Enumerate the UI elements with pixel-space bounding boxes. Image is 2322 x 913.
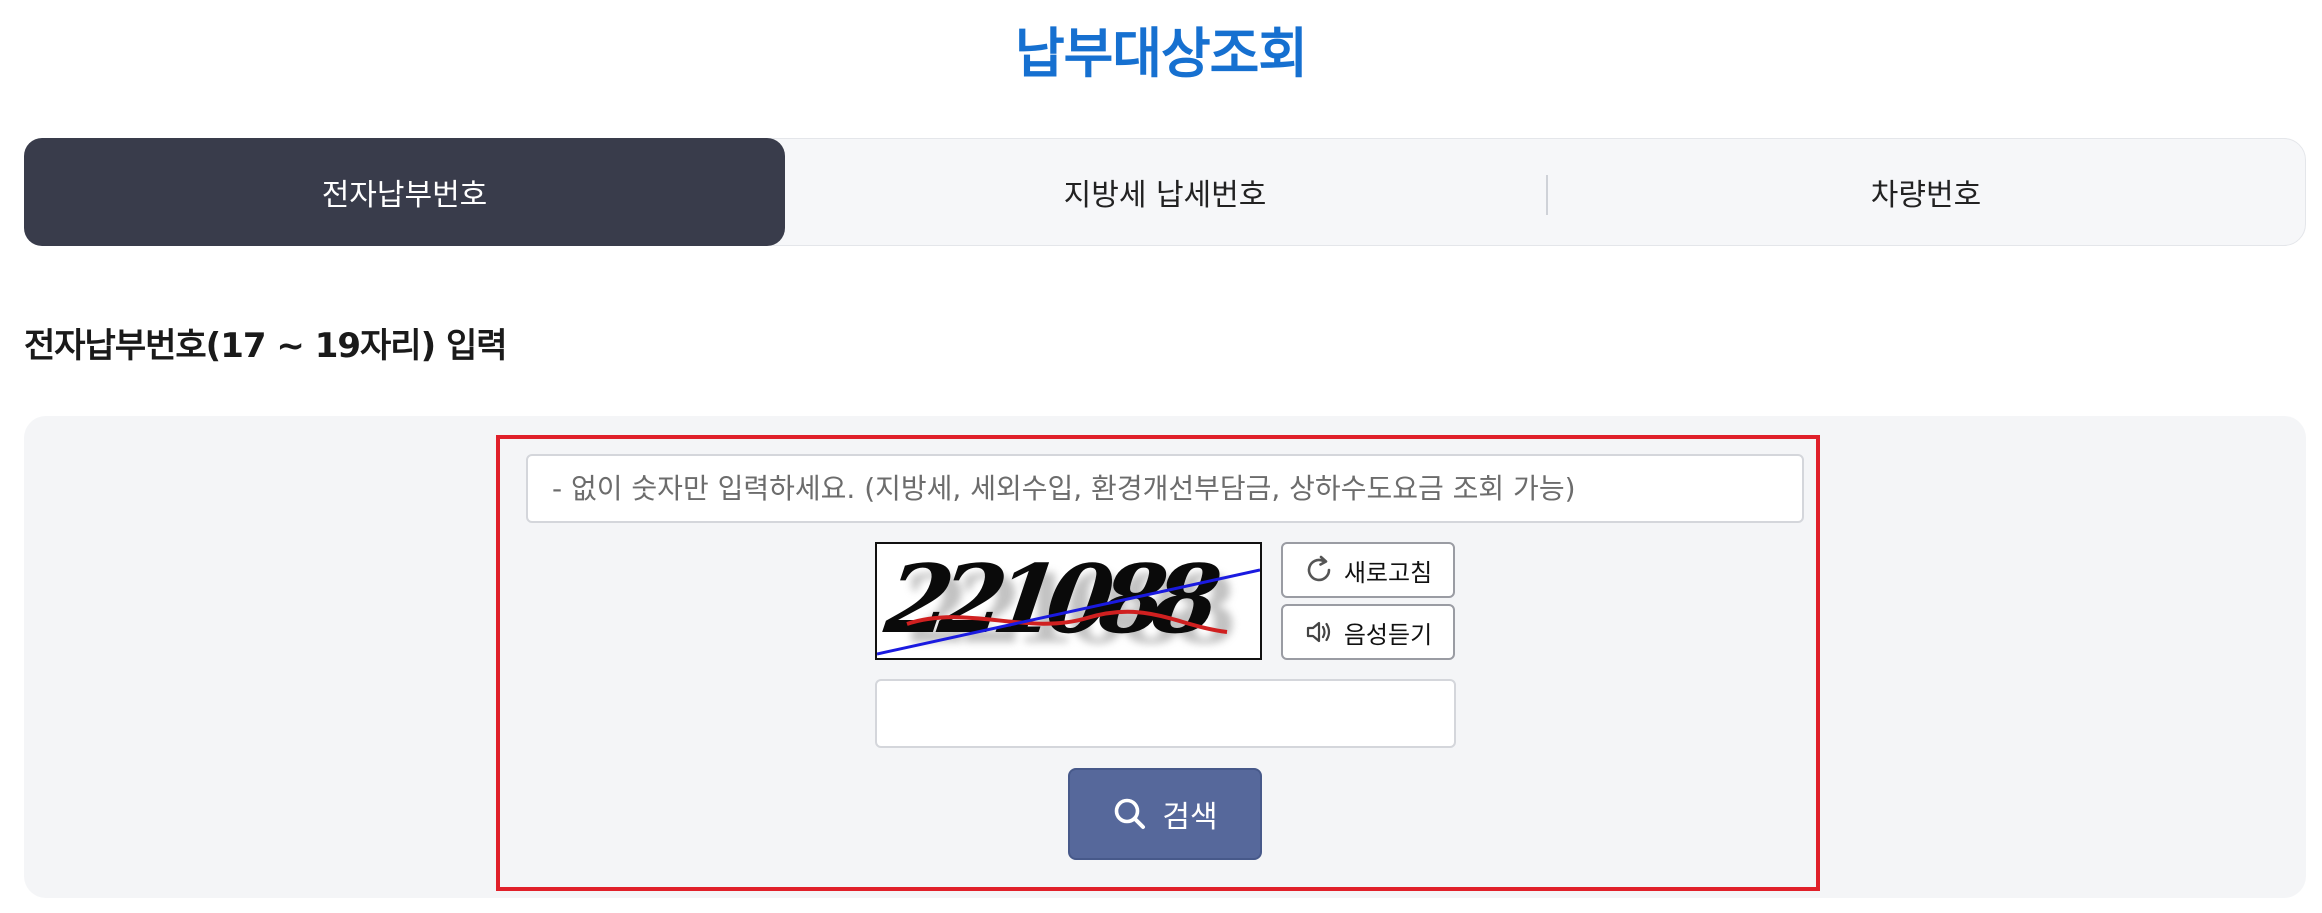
refresh-captcha-button[interactable]: 새로고침 (1281, 542, 1455, 598)
search-icon (1112, 796, 1148, 832)
section-heading: 전자납부번호(17 ~ 19자리) 입력 (24, 326, 508, 366)
speaker-icon (1304, 617, 1334, 647)
captcha-text: 221088 (878, 544, 1225, 654)
captcha-image: 221088 221088 (875, 542, 1262, 660)
search-label: 검색 (1162, 800, 1218, 835)
audio-captcha-label: 음성듣기 (1343, 620, 1433, 649)
refresh-captcha-label: 새로고침 (1343, 558, 1433, 587)
tab-vehicle-number[interactable]: 차량번호 (1545, 138, 2307, 246)
tab-electronic-payment-number[interactable]: 전자납부번호 (24, 138, 785, 246)
page-title: 납부대상조회 (1014, 22, 1308, 85)
search-button[interactable]: 검색 (1068, 768, 1262, 860)
tab-local-tax-number[interactable]: 지방세 납세번호 (785, 138, 1545, 246)
tab-bar: 전자납부번호 지방세 납세번호 차량번호 (24, 138, 2306, 246)
audio-captcha-button[interactable]: 음성듣기 (1281, 604, 1455, 660)
captcha-answer-input[interactable] (875, 679, 1456, 748)
page: 납부대상조회 전자납부번호 지방세 납세번호 차량번호 전자납부번호(17 ~ … (0, 0, 2322, 913)
payment-number-input[interactable] (526, 454, 1804, 523)
refresh-icon (1304, 555, 1334, 585)
